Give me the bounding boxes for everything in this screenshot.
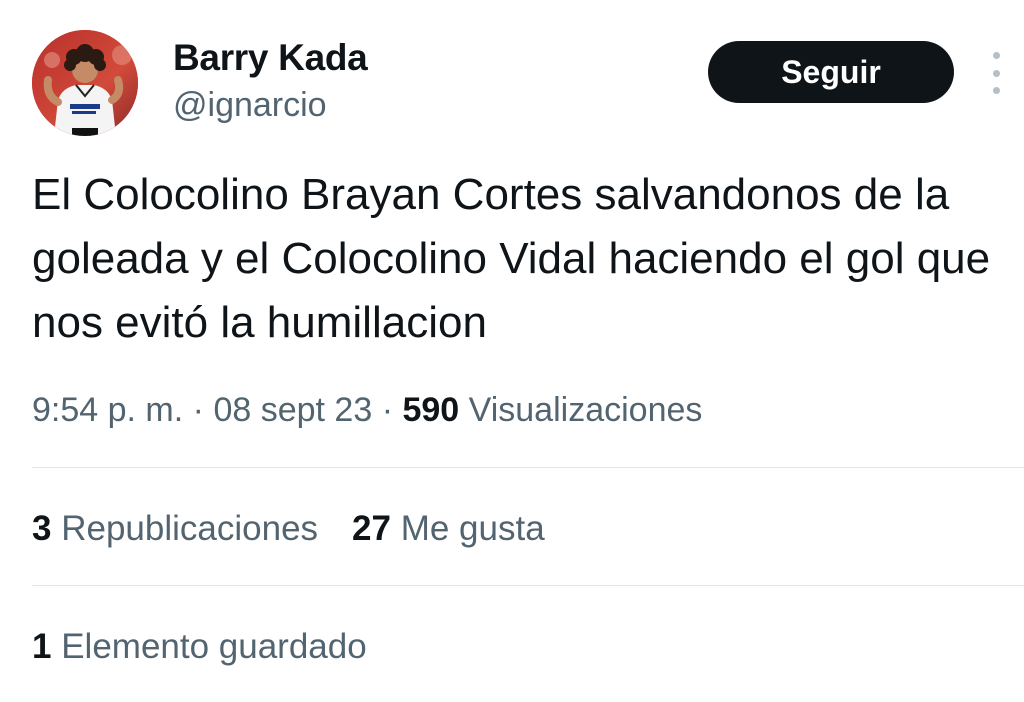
separator: ·	[381, 391, 394, 429]
likes-label: Me gusta	[400, 509, 545, 548]
engagement-stats: 3 Republicaciones 27 Me gusta	[32, 505, 545, 553]
bookmarks-label: Elemento guardado	[61, 627, 367, 666]
divider	[32, 467, 1024, 468]
avatar-image	[32, 30, 138, 136]
reposts-stat[interactable]: 3 Republicaciones	[32, 505, 318, 553]
bookmarks-count: 1	[32, 627, 52, 666]
bookmarks-row: 1 Elemento guardado	[32, 623, 367, 671]
more-vertical-icon[interactable]	[986, 52, 1006, 94]
divider	[32, 585, 1024, 586]
tweet-metadata: 9:54 p. m. · 08 sept 23 · 590 Visualizac…	[32, 386, 702, 434]
avatar[interactable]	[32, 30, 138, 136]
views-count: 590	[402, 391, 460, 429]
follow-button[interactable]: Seguir	[708, 41, 954, 103]
reposts-label: Republicaciones	[61, 509, 319, 548]
likes-count: 27	[352, 509, 391, 548]
separator: ·	[192, 391, 204, 429]
dot	[992, 87, 1000, 94]
dot	[992, 52, 1000, 59]
display-name[interactable]: Barry Kada	[173, 36, 368, 80]
tweet-time[interactable]: 9:54 p. m.	[32, 391, 183, 429]
reposts-count: 3	[32, 509, 52, 548]
dot	[992, 69, 1000, 77]
likes-stat[interactable]: 27 Me gusta	[352, 505, 545, 553]
views-label: Visualizaciones	[468, 391, 703, 429]
tweet-text: El Colocolino Brayan Cortes salvandonos …	[32, 170, 991, 347]
bookmarks-stat[interactable]: 1 Elemento guardado	[32, 623, 367, 671]
tweet-date[interactable]: 08 sept 23	[213, 391, 372, 429]
user-handle[interactable]: @ignarcio	[173, 84, 327, 126]
